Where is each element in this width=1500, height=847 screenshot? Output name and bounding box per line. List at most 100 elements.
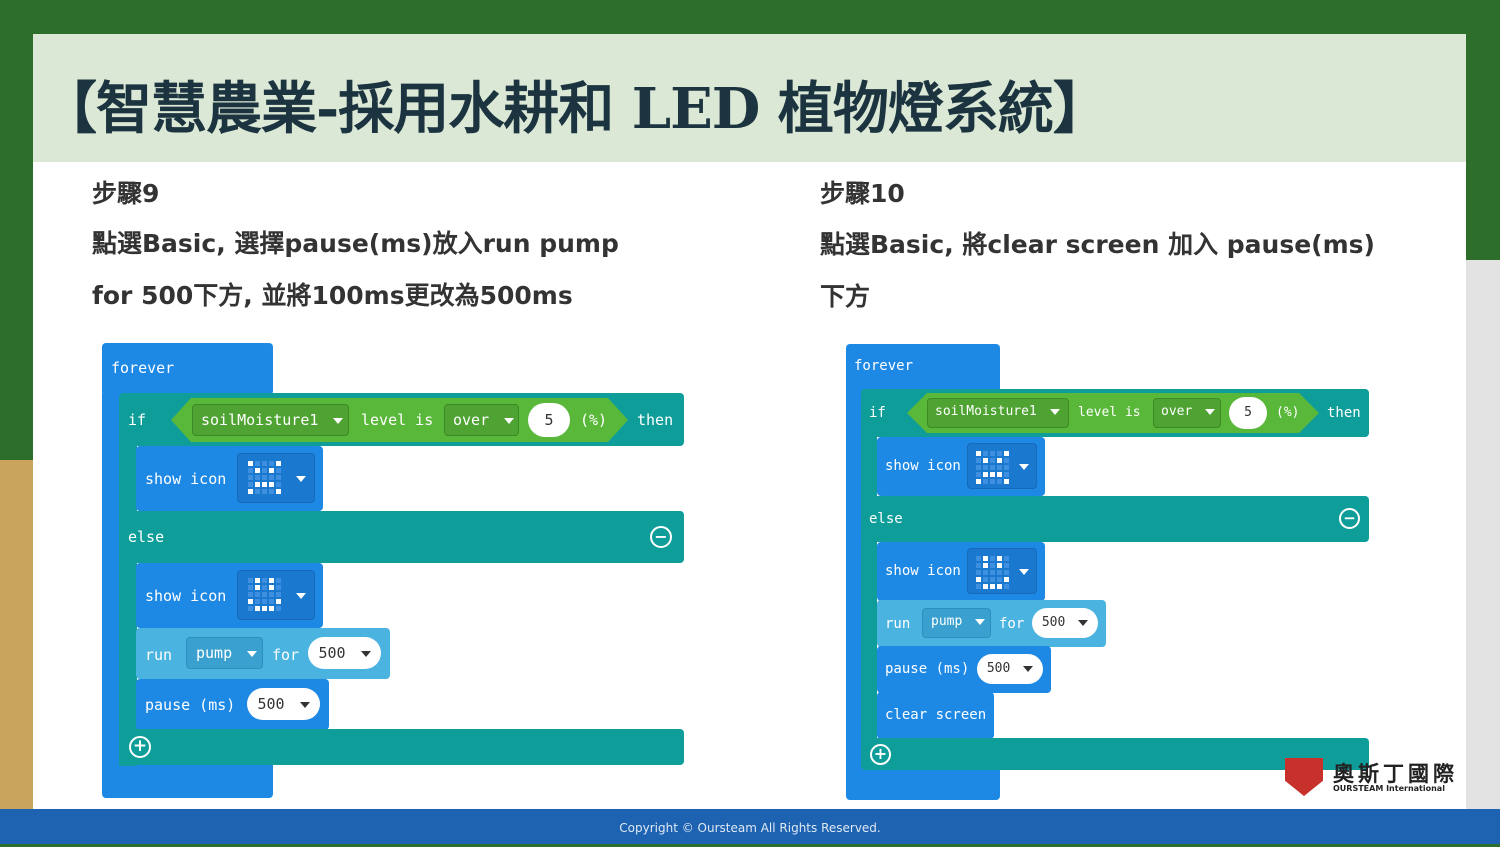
chevron-down-icon xyxy=(360,650,371,657)
threshold-input[interactable]: 5 xyxy=(1229,397,1267,429)
run-pump-block[interactable]: run pump for 500 xyxy=(877,600,1106,647)
forever-bottom xyxy=(102,764,273,798)
forever-bottom xyxy=(846,768,1000,800)
soil-moisture-condition[interactable]: soilMoisture1 level is over 5 (%) xyxy=(171,398,628,442)
pump-dropdown[interactable]: pump xyxy=(186,637,263,669)
show-icon-block-else[interactable]: show icon xyxy=(136,563,323,628)
chevron-down-icon xyxy=(1050,409,1060,415)
step10-title: 步驟10 xyxy=(820,179,905,208)
level-is-label: level is xyxy=(361,411,434,429)
sensor-dropdown[interactable]: soilMoisture1 xyxy=(927,398,1069,428)
led-happy-icon xyxy=(248,578,281,611)
logo-subtitle: OURSTEAM International xyxy=(1333,784,1445,793)
percent-label: (%) xyxy=(1276,405,1300,420)
comparison-dropdown[interactable]: over xyxy=(444,404,519,436)
show-icon-block[interactable]: show icon xyxy=(136,446,323,511)
percent-label: (%) xyxy=(580,411,608,429)
if-label: if xyxy=(128,411,147,429)
run-duration-value: 500 xyxy=(318,644,346,662)
run-label: run xyxy=(885,616,911,632)
chevron-down-icon xyxy=(296,593,306,599)
forever-block[interactable]: forever xyxy=(102,343,273,395)
soil-moisture-condition[interactable]: soilMoisture1 level is over 5 (%) xyxy=(907,393,1319,433)
forever-label: forever xyxy=(854,358,914,374)
step9-line1: 點選Basic, 選擇pause(ms)放入run pump xyxy=(92,229,619,258)
pause-label: pause (ms) xyxy=(885,661,970,677)
chevron-down-icon xyxy=(1205,409,1215,415)
sensor-dropdown[interactable]: soilMoisture1 xyxy=(192,404,349,436)
icon-dropdown[interactable] xyxy=(967,443,1037,489)
run-duration-dropdown[interactable]: 500 xyxy=(1032,608,1098,638)
pump-dropdown-label: pump xyxy=(196,644,233,662)
forever-stem xyxy=(102,390,120,770)
slide-title: 【智慧農業-採用水耕和 LED 植物燈系統】 xyxy=(41,76,1109,142)
chevron-down-icon xyxy=(975,618,986,625)
forever-label: forever xyxy=(111,359,175,377)
if-stem xyxy=(119,440,137,766)
pause-value-dropdown[interactable]: 500 xyxy=(977,654,1043,684)
remove-else-icon[interactable]: − xyxy=(650,526,672,548)
chevron-down-icon xyxy=(504,418,514,424)
step10-line1: 點選Basic, 將clear screen 加入 pause(ms) xyxy=(820,230,1375,259)
sensor-dropdown-label: soilMoisture1 xyxy=(935,404,1037,419)
clear-screen-block[interactable]: clear screen xyxy=(877,692,994,739)
led-happy-icon xyxy=(976,556,1009,589)
add-else-icon[interactable]: + xyxy=(870,744,891,765)
if-stem xyxy=(861,432,877,768)
if-label: if xyxy=(869,405,886,421)
pause-value: 500 xyxy=(257,695,285,713)
chevron-down-icon xyxy=(333,418,343,424)
show-icon-label: show icon xyxy=(145,470,227,488)
run-duration-dropdown[interactable]: 500 xyxy=(308,637,381,669)
pause-block[interactable]: pause (ms) 500 xyxy=(877,646,1051,693)
remove-else-icon[interactable]: − xyxy=(1339,508,1360,529)
chevron-down-icon xyxy=(299,701,310,708)
chevron-down-icon xyxy=(247,650,258,657)
else-label: else xyxy=(869,511,903,527)
icon-dropdown[interactable] xyxy=(237,570,315,620)
else-block: else − xyxy=(119,511,684,563)
pump-dropdown[interactable]: pump xyxy=(922,608,991,638)
then-label: then xyxy=(1327,405,1361,421)
level-is-label: level is xyxy=(1078,405,1141,420)
pause-value: 500 xyxy=(986,661,1011,676)
clear-screen-label: clear screen xyxy=(885,707,987,723)
threshold-input[interactable]: 5 xyxy=(528,403,570,437)
else-label: else xyxy=(128,528,165,546)
comparison-dropdown-label: over xyxy=(1161,404,1193,419)
pump-dropdown-label: pump xyxy=(931,614,963,629)
chevron-down-icon xyxy=(1023,665,1034,672)
show-icon-label: show icon xyxy=(885,458,961,474)
chevron-down-icon xyxy=(1019,464,1029,470)
for-label: for xyxy=(272,646,300,664)
step10-line2: 下方 xyxy=(820,282,871,311)
step9-line2: for 500下方, 並將100ms更改為500ms xyxy=(92,281,573,310)
add-else-icon[interactable]: + xyxy=(129,736,151,758)
led-sad-icon xyxy=(976,451,1009,484)
chevron-down-icon xyxy=(1019,569,1029,575)
comparison-dropdown[interactable]: over xyxy=(1153,398,1221,428)
if-footer: + xyxy=(119,729,684,765)
forever-stem xyxy=(846,388,862,783)
run-pump-block[interactable]: run pump for 500 xyxy=(136,628,390,679)
chevron-down-icon xyxy=(296,476,306,482)
pause-value-dropdown[interactable]: 500 xyxy=(247,688,320,720)
run-label: run xyxy=(145,646,173,664)
run-duration-value: 500 xyxy=(1041,615,1066,630)
background-grey xyxy=(1460,260,1500,820)
sensor-dropdown-label: soilMoisture1 xyxy=(201,411,319,429)
show-icon-block[interactable]: show icon xyxy=(877,437,1045,496)
step9-title: 步驟9 xyxy=(92,179,160,208)
comparison-dropdown-label: over xyxy=(453,411,490,429)
show-icon-block-else[interactable]: show icon xyxy=(877,542,1045,601)
show-icon-label: show icon xyxy=(885,563,961,579)
forever-block[interactable]: forever xyxy=(846,344,1000,394)
show-icon-label: show icon xyxy=(145,587,227,605)
icon-dropdown[interactable] xyxy=(967,548,1037,594)
pause-block[interactable]: pause (ms) 500 xyxy=(136,679,329,730)
for-label: for xyxy=(999,616,1025,632)
footer-copyright: Copyright © Oursteam All Rights Reserved… xyxy=(0,809,1500,844)
else-block: else − xyxy=(861,496,1369,542)
icon-dropdown[interactable] xyxy=(237,453,315,503)
chevron-down-icon xyxy=(1078,619,1089,626)
